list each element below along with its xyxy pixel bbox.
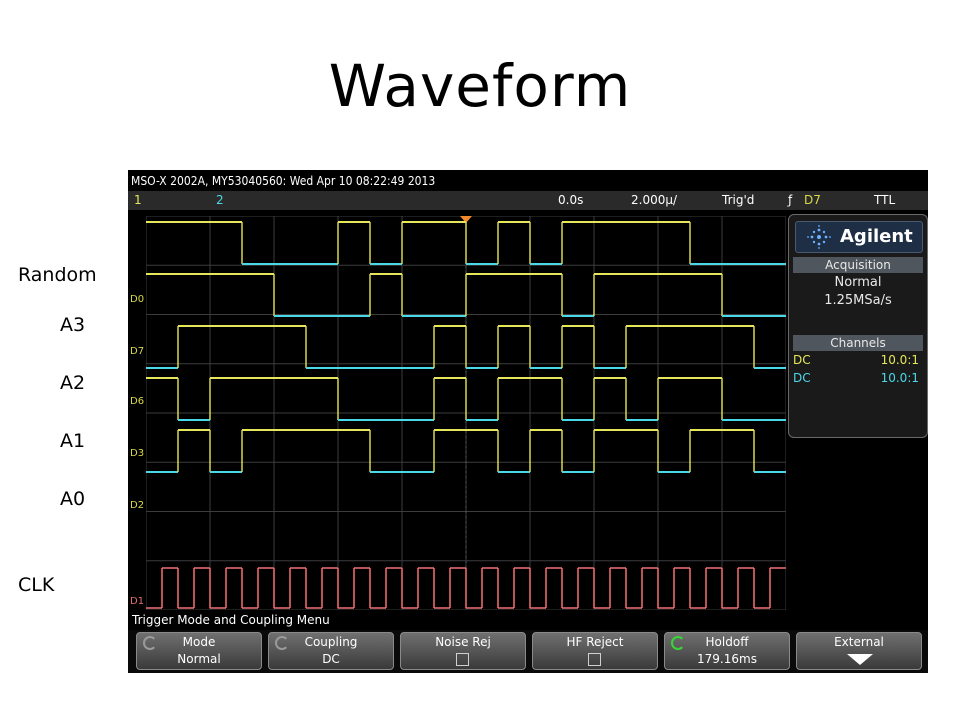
trigger-source: D7 [804, 193, 821, 207]
softkey-label: Coupling [304, 635, 358, 649]
time-offset: 0.0s [558, 193, 584, 207]
channel-tag-d3: D3 [130, 448, 145, 459]
oscilloscope-screenshot: MSO-X 2002A, MY53040560: Wed Apr 10 08:2… [128, 170, 928, 673]
coupling-softkey[interactable]: Coupling DC [268, 632, 394, 670]
channel-1-coupling: DC [793, 353, 811, 367]
channel-tag-d1: D1 [130, 596, 145, 607]
mode-softkey[interactable]: Mode Normal [136, 632, 262, 670]
softkey-label: External [834, 635, 884, 649]
channels-header[interactable]: Channels [793, 335, 923, 351]
trigger-state: Trig'd [722, 193, 755, 207]
softkey-bar: Mode Normal Coupling DC Noise Rej HF Rej… [128, 630, 928, 673]
logic-level: TTL [874, 193, 896, 207]
label-a0: A0 [60, 488, 86, 510]
channel-tag-d2: D2 [130, 500, 145, 511]
noise-reject-softkey[interactable]: Noise Rej [400, 632, 526, 670]
channel-2-indicator[interactable]: 2 [216, 193, 224, 207]
holdoff-softkey[interactable]: Holdoff 179.16ms [664, 632, 790, 670]
label-a1: A1 [60, 430, 86, 452]
channel-tag-d7: D7 [130, 346, 145, 357]
label-clk: CLK [18, 574, 55, 596]
time-per-div: 2.000µ/ [631, 193, 678, 207]
hf-reject-softkey[interactable]: HF Reject [532, 632, 658, 670]
channel-2-coupling: DC [793, 371, 811, 385]
down-arrow-icon [847, 654, 873, 665]
waveform-display [145, 215, 787, 611]
channel-2-probe: 10.0:1 [880, 371, 919, 385]
channel-1-probe: 10.0:1 [880, 353, 919, 367]
softkey-value: 179.16ms [697, 652, 757, 666]
spark-logo-icon [807, 225, 831, 249]
softkey-label: HF Reject [566, 635, 624, 649]
instrument-info: MSO-X 2002A, MY53040560: Wed Apr 10 08:2… [131, 174, 436, 188]
softkey-value: Normal [177, 652, 221, 666]
softkey-label: Holdoff [705, 635, 749, 649]
label-random: Random [18, 264, 97, 286]
acquisition-header[interactable]: Acquisition [793, 257, 923, 273]
brand-name: Agilent [840, 226, 913, 247]
slide-title: Waveform [328, 52, 632, 120]
external-softkey[interactable]: External [796, 632, 922, 670]
status-bar: 1 2 0.0s 2.000µ/ Trig'd ƒ D7 TTL [128, 191, 928, 210]
channel-tag-d6: D6 [130, 396, 145, 407]
channel-1-indicator[interactable]: 1 [134, 193, 142, 207]
waveform-plot [145, 215, 787, 611]
softkey-label: Noise Rej [435, 635, 491, 649]
channel-tag-d0: D0 [130, 294, 145, 305]
softkey-label: Mode [182, 635, 216, 649]
info-side-panel: Agilent Acquisition Normal 1.25MSa/s Cha… [788, 214, 928, 438]
checkbox-icon[interactable] [588, 653, 601, 666]
menu-title: Trigger Mode and Coupling Menu [132, 613, 330, 627]
label-a2: A2 [60, 372, 86, 394]
brand-logo: Agilent [795, 221, 923, 253]
label-a3: A3 [60, 314, 86, 336]
trigger-edge-icon: ƒ [788, 193, 793, 207]
sample-rate: 1.25MSa/s [824, 293, 892, 308]
acquisition-mode: Normal [834, 275, 882, 290]
checkbox-icon[interactable] [456, 653, 469, 666]
softkey-value: DC [322, 652, 340, 666]
